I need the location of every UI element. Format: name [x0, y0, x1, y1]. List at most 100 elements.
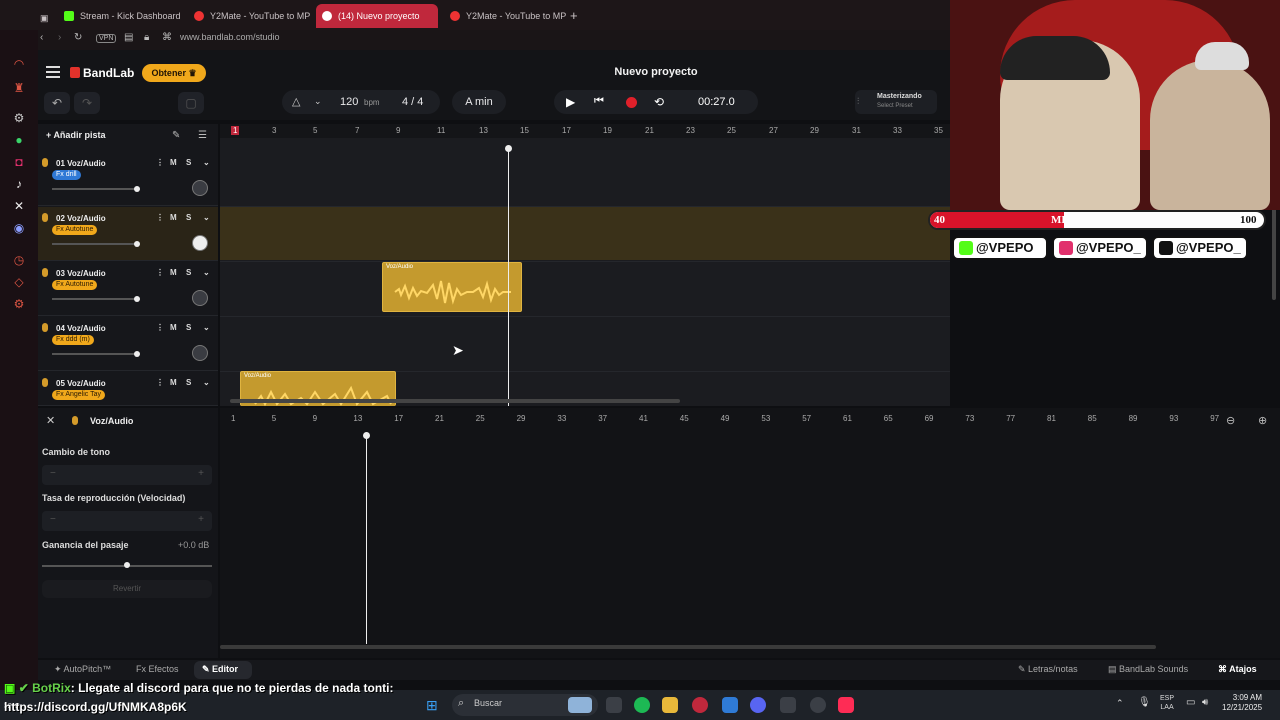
tiktok-live-icon[interactable] [838, 697, 854, 713]
chevron-down-icon[interactable]: ⌄ [203, 268, 210, 277]
pan-knob[interactable] [192, 345, 208, 361]
arrangement-view[interactable] [220, 124, 950, 406]
shortcuts-tab[interactable]: ⌘ Atajos [1218, 664, 1257, 675]
playhead[interactable] [508, 148, 509, 406]
tempo-value[interactable]: 120 [340, 96, 358, 108]
app-icon[interactable] [780, 697, 796, 713]
reload-icon[interactable]: ↻ [74, 32, 82, 43]
volume-slider[interactable] [52, 351, 140, 357]
search-highlight-icon[interactable] [568, 697, 592, 713]
loop-icon[interactable]: ⟲ [654, 95, 664, 109]
volume-slider[interactable] [52, 186, 140, 192]
history-icon[interactable]: ◷ [11, 252, 27, 268]
solo-button[interactable]: S [186, 158, 191, 167]
back-icon[interactable]: ‹ [40, 32, 43, 43]
bandlab-sounds-tab[interactable]: ▤ BandLab Sounds [1108, 664, 1188, 675]
permissions-icon[interactable]: ⌘ [162, 32, 172, 43]
tab-y2mate-2[interactable]: Y2Mate - YouTube to MP [444, 4, 568, 28]
language-indicator[interactable]: ESP LAA [1160, 694, 1174, 712]
speaker-icon[interactable]: 🔊︎ [1202, 697, 1208, 708]
mute-button[interactable]: M [170, 378, 177, 387]
mute-button[interactable]: M [170, 213, 177, 222]
track-name[interactable]: 01 Voz/Audio [56, 159, 106, 168]
editor-playhead-handle[interactable] [363, 432, 370, 439]
sidebar-workspaces-icon[interactable]: ♜ [11, 80, 27, 96]
chevron-down-icon[interactable]: ⌄ [203, 213, 210, 222]
tab-kick-dashboard[interactable]: Stream - Kick Dashboard [58, 4, 186, 28]
obs-icon[interactable] [810, 697, 826, 713]
chevron-down-icon[interactable]: ⌄ [203, 323, 210, 332]
track-menu-icon[interactable]: ⋮ [156, 268, 164, 277]
sidebar-settings-icon[interactable]: ⚙ [11, 110, 27, 126]
discord-icon[interactable]: ◉ [11, 220, 27, 236]
chevron-down-icon[interactable]: ⌄ [314, 96, 322, 107]
new-tab-button[interactable]: + [566, 4, 586, 28]
chevron-down-icon[interactable]: ⌄ [203, 158, 210, 167]
horizontal-scrollbar[interactable] [230, 399, 680, 403]
volume-slider[interactable] [52, 241, 140, 247]
time-signature[interactable]: 4 / 4 [402, 96, 423, 108]
mute-button[interactable]: M [170, 158, 177, 167]
reader-icon[interactable]: ▤ [124, 32, 133, 43]
track-fx-badge[interactable]: Fx Autotune [52, 225, 98, 235]
solo-button[interactable]: S [186, 378, 191, 387]
tab-bandlab-project[interactable]: (14) Nuevo proyecto [316, 4, 438, 28]
pan-knob[interactable] [192, 290, 208, 306]
track-name[interactable]: 04 Voz/Audio [56, 324, 106, 333]
track-row[interactable]: 02 Voz/Audio Fx Autotune ⋮ M S ⌄ [38, 207, 218, 261]
track-menu-icon[interactable]: ⋮ [156, 378, 164, 387]
zoom-in-icon[interactable]: ⊕ [1258, 414, 1270, 427]
autopitch-tab[interactable]: ✦ AutoPitch™ [54, 664, 111, 675]
track-name[interactable]: 02 Voz/Audio [56, 214, 106, 223]
lyrics-tab[interactable]: ✎ Letras/notas [1018, 664, 1078, 675]
track-row[interactable]: 05 Voz/Audio Fx Angelic Tay ⋮ M S ⌄ [38, 372, 218, 406]
pan-knob[interactable] [192, 235, 208, 251]
instagram-icon[interactable]: ◘ [11, 154, 27, 170]
forward-icon[interactable]: › [58, 32, 61, 43]
redo-icon[interactable]: ↷ [74, 92, 100, 114]
filters-icon[interactable]: ☰ [198, 130, 207, 141]
solo-button[interactable]: S [186, 268, 191, 277]
discord-icon[interactable] [750, 697, 766, 713]
tab-y2mate-1[interactable]: Y2Mate - YouTube to MP [188, 4, 312, 28]
effects-tab[interactable]: Fx Efectos [136, 664, 179, 674]
editor-playhead[interactable] [366, 436, 367, 644]
undo-icon[interactable]: ↶ [44, 92, 70, 114]
track-name[interactable]: 03 Voz/Audio [56, 269, 106, 278]
revert-button[interactable]: Revertir [42, 580, 212, 598]
plus-icon[interactable]: + [198, 514, 204, 525]
skip-back-icon[interactable]: ⏮︎ [594, 95, 604, 108]
store-icon[interactable] [722, 697, 738, 713]
mute-button[interactable]: M [170, 323, 177, 332]
minus-icon[interactable]: − [50, 468, 56, 479]
audio-clip[interactable]: Voz/Audio [382, 262, 522, 312]
add-track-button[interactable]: + Añadir pista [46, 130, 105, 140]
display-icon[interactable]: ▭ [1186, 697, 1195, 708]
track-name[interactable]: 05 Voz/Audio [56, 379, 106, 388]
play-icon[interactable]: ▶ [566, 95, 575, 109]
editor-scrollbar[interactable] [220, 645, 1156, 649]
spotify-icon[interactable] [634, 697, 650, 713]
bandlab-logo[interactable]: BandLab [83, 66, 134, 80]
url-text[interactable]: www.bandlab.com/studio [180, 32, 280, 42]
zoom-out-icon[interactable]: ⊖ [1226, 414, 1238, 427]
windows-start-icon[interactable]: ⊞ [426, 697, 442, 713]
minus-icon[interactable]: − [50, 514, 56, 525]
timeline-ruler[interactable] [220, 124, 950, 138]
opera-icon[interactable] [692, 697, 708, 713]
menu-icon[interactable] [46, 66, 60, 78]
pencil-icon[interactable]: ✎ [172, 130, 180, 141]
x-icon[interactable]: ✕ [11, 198, 27, 214]
vpn-badge[interactable]: VPN [96, 34, 117, 43]
pitch-stepper[interactable]: − + [42, 465, 212, 485]
track-fx-badge[interactable]: Fx Autotune [52, 280, 98, 290]
whatsapp-icon[interactable]: ● [11, 132, 27, 148]
plus-icon[interactable]: + [198, 468, 204, 479]
track-fx-badge[interactable]: Fx Angelic Tay [52, 390, 106, 400]
solo-button[interactable]: S [186, 213, 191, 222]
gain-slider-thumb[interactable] [124, 562, 130, 568]
key-selector[interactable]: A min [452, 90, 506, 114]
playhead-handle[interactable] [505, 145, 512, 152]
task-view-icon[interactable] [606, 697, 622, 713]
chevron-up-icon[interactable]: ⌃ [1116, 698, 1124, 709]
